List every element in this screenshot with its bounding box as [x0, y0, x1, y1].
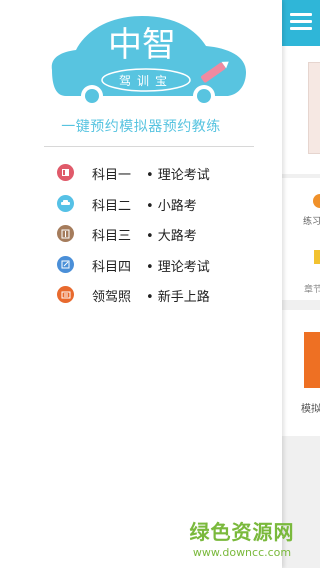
car-logo-icon: 中智 驾训宝 — [51, 16, 246, 107]
watermark: 绿色资源网 www.downcc.com — [178, 516, 306, 559]
tagline: 一键预约模拟器预约教练 — [61, 119, 221, 135]
menu-item-desc: • 小路考 — [146, 198, 197, 214]
logo-title: 中智 — [108, 25, 176, 65]
menu-item-desc: • 理论考试 — [146, 259, 210, 275]
menu-item-subject-4[interactable]: 科目四 • 理论考试 — [0, 250, 282, 281]
divider — [44, 146, 254, 147]
menu-item-subject-3[interactable]: 科目三 • 大路考 — [0, 219, 282, 250]
chapter-label: 章节 — [304, 285, 320, 295]
practice-icon — [313, 194, 320, 208]
chapter-icon — [314, 250, 320, 264]
mock-exam-icon — [304, 332, 320, 388]
side-drawer: 中智 驾训宝 一键预约模拟器预约教练 科目一 • 理论考试 科目二 • 小路考 … — [0, 0, 282, 568]
logo-badge: 驾训宝 — [119, 74, 173, 88]
menu-item-label: 科目二 — [92, 198, 132, 214]
road-icon — [57, 225, 74, 242]
banner-image — [308, 62, 320, 154]
menu-item-desc: • 大路考 — [146, 229, 197, 244]
menu-item-desc: • 理论考试 — [146, 168, 210, 183]
top-bar — [282, 0, 320, 46]
subject-menu: 科目一 • 理论考试 科目二 • 小路考 科目三 • 大路考 科目四 • 理论考… — [0, 158, 282, 311]
car-icon — [57, 194, 74, 212]
menu-item-label: 领驾照 — [92, 290, 132, 305]
watermark-url: www.downcc.com — [192, 546, 292, 559]
main-page-peek: 练习 章节 模拟 — [282, 0, 320, 568]
edit-icon — [57, 255, 74, 273]
menu-item-subject-1[interactable]: 科目一 • 理论考试 — [0, 158, 282, 189]
mock-exam-label: 模拟 — [301, 404, 320, 415]
menu-item-label: 科目四 — [92, 259, 132, 275]
menu-item-subject-2[interactable]: 科目二 • 小路考 — [0, 189, 282, 220]
menu-item-license[interactable]: 领驾照 • 新手上路 — [0, 280, 282, 311]
license-icon — [57, 286, 74, 303]
practice-label: 练习 — [303, 217, 320, 227]
menu-item-label: 科目三 — [92, 229, 132, 244]
menu-item-label: 科目一 — [92, 168, 132, 183]
hamburger-menu-icon[interactable] — [290, 13, 312, 31]
menu-item-desc: • 新手上路 — [146, 290, 210, 305]
watermark-title: 绿色资源网 — [189, 520, 295, 544]
book-icon — [57, 164, 74, 181]
